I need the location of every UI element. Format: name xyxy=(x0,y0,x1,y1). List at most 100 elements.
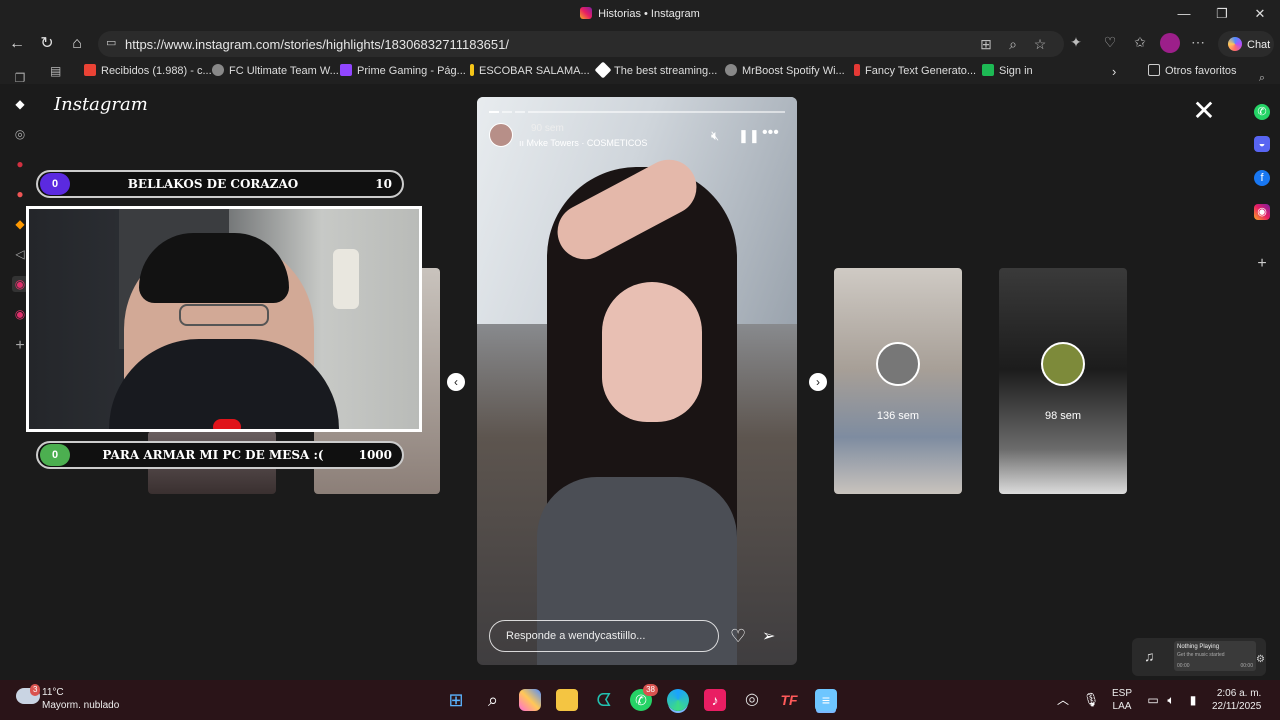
home-icon[interactable]: ⌂ xyxy=(66,33,88,55)
maximize-button[interactable]: ❐ xyxy=(1212,4,1232,24)
favorite-star-icon[interactable]: ☆ xyxy=(1030,34,1050,54)
bookmark-item[interactable]: FC Ultimate Team W... xyxy=(212,64,339,77)
volume-icon[interactable]: 🔈︎ xyxy=(1160,689,1182,711)
app-available-icon[interactable]: ⊞ xyxy=(976,34,996,54)
chevron-right-icon[interactable]: › xyxy=(1112,64,1116,79)
bookmark-item[interactable]: ESCOBAR SALAMA... xyxy=(470,64,590,77)
chevron-up-icon[interactable]: ︿ xyxy=(1052,689,1074,711)
clock[interactable]: 2:06 a. m. 22/11/2025 xyxy=(1212,687,1261,713)
search-icon[interactable]: ⌕ xyxy=(1254,70,1270,86)
reply-input[interactable]: Responde a wendycastiillo... xyxy=(489,620,719,652)
weather-widget[interactable]: 3 11°C Mayorm. nublado xyxy=(14,684,119,712)
close-window-button[interactable]: ✕ xyxy=(1250,4,1270,24)
bookmark-item[interactable]: Recibidos (1.988) - c... xyxy=(84,64,212,77)
tab-actions-icon[interactable]: ❐ xyxy=(12,70,28,86)
progress-segment xyxy=(489,111,499,113)
globe-icon xyxy=(212,64,224,76)
copilot-icon[interactable] xyxy=(519,689,541,711)
tab-globe-icon[interactable]: ◎ xyxy=(12,126,28,142)
like-heart-icon[interactable]: ♡ xyxy=(730,626,746,647)
start-icon[interactable]: ⊞ xyxy=(445,689,467,711)
streamer xyxy=(139,233,289,303)
bookmark-icon xyxy=(470,64,474,76)
window-titlebar: Historias • Instagram — ❐ ✕ xyxy=(0,0,1280,28)
whatsapp-icon[interactable]: ✆ 38 xyxy=(630,684,658,711)
whatsapp-icon[interactable]: ✆ xyxy=(1254,104,1270,120)
more-menu-icon[interactable]: ⋯ xyxy=(1188,32,1208,52)
bookmark-item[interactable]: Fancy Text Generato... xyxy=(854,64,976,77)
favorites-icon[interactable]: ✩ xyxy=(1130,32,1150,52)
bookmark-item[interactable]: Prime Gaming - Pág... xyxy=(340,64,466,77)
share-send-icon[interactable]: ➢ xyxy=(762,626,775,646)
other-favorites[interactable]: Otros favoritos xyxy=(1148,64,1237,77)
obs-icon[interactable]: ◎ xyxy=(741,689,763,711)
goal-target: 10 xyxy=(375,177,392,191)
streaming-icon xyxy=(594,61,612,79)
facebook-icon[interactable]: f xyxy=(1254,170,1270,186)
globe-icon xyxy=(725,64,737,76)
microphone-icon[interactable]: 🎙︎ xyxy=(1080,689,1102,711)
pause-icon[interactable]: ❚❚ xyxy=(738,128,760,144)
file-explorer-icon[interactable] xyxy=(556,689,578,711)
language-indicator[interactable]: ESP LAA xyxy=(1112,687,1132,713)
tf-app-icon[interactable]: TF xyxy=(778,689,800,711)
instagram-icon xyxy=(580,7,593,19)
story-author-avatar[interactable] xyxy=(489,123,513,147)
streamer xyxy=(179,304,269,326)
next-story-thumb[interactable]: 98 sem xyxy=(999,268,1127,494)
bookmark-item[interactable]: The best streaming... xyxy=(594,61,717,79)
zoom-icon[interactable]: ⌕ xyxy=(1003,34,1023,54)
media-time-start: 00:00 xyxy=(1177,663,1190,669)
site-info-icon[interactable]: ▭ xyxy=(106,36,116,49)
close-story-button[interactable]: ✕ xyxy=(1192,97,1216,125)
story-music[interactable]: ıı Mvke Towers · COSMETICOS xyxy=(519,138,647,148)
media-title: Nothing Playing xyxy=(1177,644,1220,650)
media-widget[interactable]: ♫ Nothing Playing Get the music started … xyxy=(1132,638,1266,676)
tiktok-icon[interactable]: ♪ xyxy=(704,689,726,711)
webcam-feed xyxy=(26,206,422,432)
address-bar[interactable]: ▭ https://www.instagram.com/stories/high… xyxy=(98,31,1064,57)
goal-counter: 0 xyxy=(40,173,70,195)
progress-segment xyxy=(515,111,525,113)
browser-essentials-icon[interactable]: ♡ xyxy=(1100,32,1120,52)
tab-streaming-icon[interactable]: ◆ xyxy=(12,96,28,112)
mute-icon[interactable]: 🔇︎ xyxy=(711,128,719,144)
previous-story-arrow[interactable]: ‹ xyxy=(447,373,465,391)
app-icon[interactable]: ᗧ xyxy=(593,689,615,711)
goal-target: 1000 xyxy=(358,448,392,462)
next-story-thumb[interactable]: 136 sem xyxy=(834,268,962,494)
whatsapp-badge: 38 xyxy=(643,684,658,696)
url-text[interactable]: https://www.instagram.com/stories/highli… xyxy=(125,37,509,52)
settings-icon[interactable]: ⚙ xyxy=(1256,654,1265,665)
story-author-avatar xyxy=(1041,342,1085,386)
extensions-icon[interactable]: ✦ xyxy=(1066,32,1086,52)
reading-icon[interactable]: ▤ xyxy=(50,64,61,78)
instagram-icon[interactable]: ◉ xyxy=(1254,204,1270,220)
refresh-icon[interactable]: ↻ xyxy=(36,33,58,55)
next-story-arrow[interactable]: › xyxy=(809,373,827,391)
more-options-icon[interactable]: ••• xyxy=(762,124,779,142)
instagram-logo[interactable]: Instagram xyxy=(54,94,148,115)
minimize-button[interactable]: — xyxy=(1174,4,1194,24)
window-title: Historias • Instagram xyxy=(0,7,1280,20)
prime-gaming-icon xyxy=(340,64,352,76)
bookmark-item[interactable]: Sign in xyxy=(982,64,1033,77)
notepad-icon[interactable]: ≡ xyxy=(815,689,837,711)
progress-segment xyxy=(528,111,785,113)
search-icon[interactable]: ⌕ xyxy=(482,689,504,711)
copilot-chat-button[interactable]: Chat xyxy=(1218,31,1274,57)
gmail-icon xyxy=(84,64,96,76)
signin-icon xyxy=(982,64,994,76)
media-time-end: 00:00 xyxy=(1240,663,1253,669)
battery-icon[interactable]: ▮ xyxy=(1182,689,1204,711)
intercom-phone xyxy=(333,249,359,309)
media-subtitle: Get the music started xyxy=(1177,652,1225,658)
back-icon[interactable]: ← xyxy=(6,33,28,55)
add-sidebar-app-icon[interactable]: + xyxy=(1254,256,1270,272)
story-card[interactable]: 90 sem ıı Mvke Towers · COSMETICOS 🔇︎ ❚❚… xyxy=(477,97,797,665)
goal-bar-top: 0 BELLAKOS DE CORAZAO 10 xyxy=(36,170,404,198)
discord-icon[interactable]: ◒ xyxy=(1254,136,1270,152)
profile-avatar[interactable] xyxy=(1160,33,1180,53)
edge-icon[interactable] xyxy=(667,689,689,711)
bookmark-item[interactable]: MrBoost Spotify Wi... xyxy=(725,64,845,77)
